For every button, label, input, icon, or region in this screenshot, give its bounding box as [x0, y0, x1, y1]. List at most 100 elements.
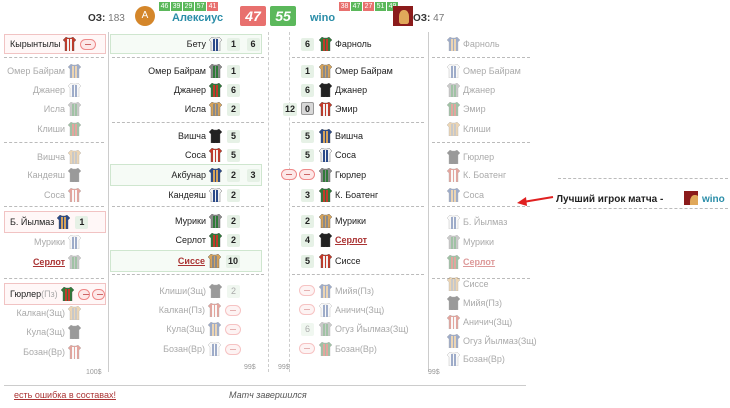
- substitute-button[interactable]: [299, 168, 315, 180]
- player-name[interactable]: Джанер: [33, 85, 65, 95]
- separator: [432, 57, 530, 58]
- player-name[interactable]: Аничич: [463, 317, 493, 327]
- substitute-button[interactable]: [281, 168, 297, 180]
- player-name[interactable]: Клиши: [37, 124, 65, 134]
- match-status: Матч завершился: [229, 390, 307, 400]
- shirt-icon: [68, 102, 81, 116]
- shirt-icon: [447, 102, 460, 116]
- player-name[interactable]: К. Боатенг: [463, 170, 506, 180]
- right-username[interactable]: wino: [310, 12, 335, 24]
- player-name[interactable]: Мурики: [34, 237, 65, 247]
- best-player-user[interactable]: wino: [702, 194, 725, 205]
- right-bench-row: К. Боатенг: [444, 166, 542, 184]
- player-name[interactable]: Джанер: [463, 85, 495, 95]
- shirt-icon: [319, 214, 332, 228]
- substitute-button[interactable]: [80, 38, 97, 50]
- player-name[interactable]: Бету: [187, 39, 206, 49]
- player-name[interactable]: Серлот: [33, 257, 65, 267]
- player-name[interactable]: Соса: [44, 190, 65, 200]
- player-name[interactable]: Бозан: [23, 347, 48, 357]
- player-name[interactable]: Фарноль: [335, 39, 372, 49]
- player-name[interactable]: Бозан: [463, 354, 488, 364]
- player-name[interactable]: Вишча: [335, 131, 363, 141]
- player-name[interactable]: Омер Байрам: [148, 66, 206, 76]
- shirt-icon: [447, 83, 460, 97]
- shirt-icon: [447, 352, 460, 366]
- player-name[interactable]: Мурики: [463, 237, 494, 247]
- player-name[interactable]: Кандеяш: [27, 170, 65, 180]
- player-name[interactable]: Бозан: [163, 344, 188, 354]
- player-name[interactable]: Эмир: [335, 104, 358, 114]
- player-name[interactable]: Омер Байрам: [335, 66, 393, 76]
- right-bench-row: Огуз Йылмаз (Зщ): [444, 332, 542, 350]
- player-name[interactable]: Кула: [166, 324, 186, 334]
- shirt-icon: [319, 322, 332, 336]
- player-name[interactable]: Мурики: [175, 216, 206, 226]
- player-name[interactable]: К. Боатенг: [335, 190, 378, 200]
- player-name[interactable]: Б. Йылмаз: [463, 217, 507, 227]
- player-name[interactable]: Вишча: [37, 152, 65, 162]
- player-name[interactable]: Кула: [26, 327, 46, 337]
- player-name[interactable]: Гюрлер: [10, 289, 41, 299]
- player-name[interactable]: Бозан: [335, 344, 360, 354]
- player-name[interactable]: Мурики: [335, 216, 366, 226]
- player-name[interactable]: Б. Йылмаз: [10, 217, 54, 227]
- player-name[interactable]: Омер Байрам: [463, 66, 521, 76]
- left-main-row: Сиссе 10: [177, 254, 240, 268]
- substitute-button[interactable]: [225, 304, 241, 316]
- player-name[interactable]: Соса: [463, 190, 484, 200]
- substitute-button[interactable]: [225, 323, 241, 335]
- shirt-icon: [319, 37, 332, 51]
- player-name[interactable]: Джанер: [174, 85, 206, 95]
- player-name[interactable]: Исла: [44, 104, 65, 114]
- player-name[interactable]: Соса: [335, 150, 356, 160]
- player-name[interactable]: Аничич: [335, 305, 365, 315]
- player-name[interactable]: Огуз Йылмаз: [335, 324, 390, 334]
- shirt-icon: [209, 188, 222, 202]
- substitute-button[interactable]: [299, 342, 315, 354]
- player-name[interactable]: Калкан: [159, 305, 189, 315]
- player-name[interactable]: Вишча: [178, 131, 206, 141]
- shirt-icon: [60, 287, 74, 301]
- shirt-icon: [319, 102, 332, 116]
- substitute-button[interactable]: [299, 284, 315, 296]
- shirt-icon: [68, 83, 81, 97]
- player-name[interactable]: Клиши: [463, 124, 491, 134]
- player-name[interactable]: Сиссе: [335, 256, 361, 266]
- player-name[interactable]: Огуз Йылмаз: [463, 336, 518, 346]
- player-name[interactable]: Акбунар: [171, 170, 206, 180]
- player-name[interactable]: Исла: [185, 104, 206, 114]
- left-main-row: Кандеяш 2: [112, 186, 264, 204]
- left-bench-row: Омер Байрам: [4, 62, 106, 80]
- player-name[interactable]: Калкан: [17, 308, 47, 318]
- player-name[interactable]: Мийя: [463, 298, 485, 308]
- player-name[interactable]: Кандеяш: [168, 190, 206, 200]
- substitute-button[interactable]: [77, 288, 91, 300]
- player-name[interactable]: Сиссе: [178, 256, 205, 266]
- player-name[interactable]: Серлот: [335, 235, 367, 245]
- player-name[interactable]: Кырынтылы: [10, 39, 60, 49]
- player-name[interactable]: Фарноль: [463, 39, 500, 49]
- player-name[interactable]: Омер Байрам: [7, 66, 65, 76]
- player-name[interactable]: Гюрлер: [463, 152, 494, 162]
- player-name[interactable]: Клиши: [159, 286, 187, 296]
- player-name[interactable]: Серлот: [463, 257, 495, 267]
- substitute-button[interactable]: [92, 288, 105, 300]
- player-name[interactable]: Мийя: [335, 286, 357, 296]
- right-main-row: 6 Джанер: [276, 81, 426, 99]
- right-avatar[interactable]: [393, 6, 413, 26]
- left-username[interactable]: Алексиус: [172, 12, 223, 24]
- player-name[interactable]: Эмир: [463, 104, 486, 114]
- error-report-link[interactable]: есть ошибка в составах!: [14, 390, 116, 400]
- left-avatar[interactable]: A: [135, 6, 155, 26]
- best-player-avatar[interactable]: [684, 191, 698, 205]
- left-oz: ОЗ: 183: [88, 13, 125, 24]
- player-name[interactable]: Сиссе: [463, 279, 489, 289]
- right-bench-row: Клиши: [444, 120, 542, 138]
- player-name[interactable]: Серлот: [176, 235, 207, 245]
- player-name[interactable]: Гюрлер: [335, 170, 366, 180]
- player-name[interactable]: Джанер: [335, 85, 367, 95]
- substitute-button[interactable]: [225, 343, 241, 355]
- player-name[interactable]: Соса: [185, 150, 206, 160]
- substitute-button[interactable]: [299, 303, 315, 315]
